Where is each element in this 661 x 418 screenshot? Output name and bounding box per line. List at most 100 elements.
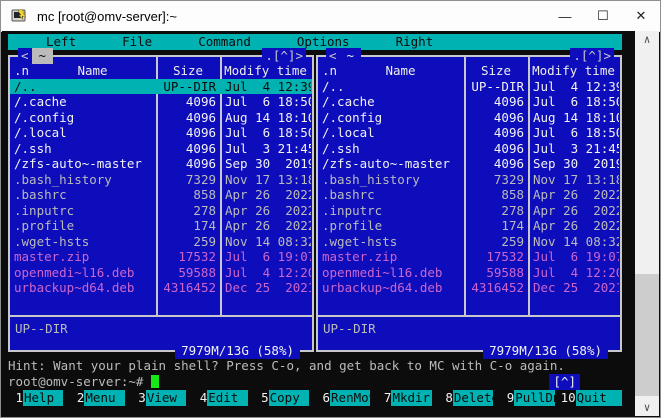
panel-scroll-left-icon[interactable]: < <box>18 48 32 64</box>
maximize-button[interactable]: ☐ <box>584 1 622 31</box>
file-size: 858 <box>464 187 528 203</box>
fkey-renmov-button[interactable]: 6RenMov <box>315 390 376 406</box>
fkey-pulldn-button[interactable]: 9PullDn <box>499 390 560 406</box>
fkey-view-button[interactable]: 3View <box>131 390 192 406</box>
file-size: 4316452 <box>156 280 220 296</box>
menu-item-right[interactable]: Right <box>396 34 434 50</box>
file-size: 59588 <box>156 265 220 281</box>
file-mtime: Jul 4 12:39 <box>528 79 619 95</box>
file-row[interactable]: /.config4096Aug 14 18:10 <box>10 110 312 126</box>
file-row[interactable]: .wget-hsts259Nov 14 08:32 <box>318 234 620 250</box>
file-row[interactable]: urbackup~d64.deb4316452Dec 25 2021 <box>10 280 312 296</box>
file-mtime: Dec 25 2021 <box>220 280 311 296</box>
menu-item-command[interactable]: Command <box>198 34 251 50</box>
file-row[interactable]: /.ssh4096Jul 3 21:45 <box>318 141 620 157</box>
file-row[interactable]: .profile174Apr 26 2022 <box>318 218 620 234</box>
panel-updir-icon[interactable]: .[^]> <box>570 48 614 64</box>
fkey-edit-button[interactable]: 4Edit <box>192 390 253 406</box>
close-button[interactable]: ✕ <box>622 1 660 31</box>
file-name: /.local <box>318 125 464 141</box>
file-name: urbackup~d64.deb <box>10 280 156 296</box>
file-row[interactable]: .inputrc278Apr 26 2022 <box>318 203 620 219</box>
file-row[interactable]: urbackup~d64.deb4316452Dec 25 2021 <box>318 280 620 296</box>
file-name: /.config <box>318 110 464 126</box>
file-row[interactable]: .bash_history7329Nov 17 13:18 <box>10 172 312 188</box>
fkey-help-button[interactable]: 1Help <box>8 390 69 406</box>
file-mtime: Nov 17 13:18 <box>220 172 311 188</box>
file-mtime: Apr 26 2022 <box>528 218 619 234</box>
fkey-number: 3 <box>131 390 146 406</box>
fkey-quit-button[interactable]: 10Quit <box>561 390 622 406</box>
file-size: 17532 <box>464 249 528 265</box>
column-headers: .n Name Size Modify time <box>318 63 620 79</box>
file-name: master.zip <box>318 249 464 265</box>
file-row[interactable]: /..UP--DIRJul 4 12:39 <box>318 79 620 95</box>
file-row[interactable]: /.cache4096Jul 6 18:50 <box>318 94 620 110</box>
shell-prompt[interactable]: root@omv-server:~# <box>8 374 622 390</box>
column-size[interactable]: Size <box>156 63 220 79</box>
file-row[interactable]: .bash_history7329Nov 17 13:18 <box>318 172 620 188</box>
file-size: 7329 <box>464 172 528 188</box>
file-name: /.ssh <box>10 141 156 157</box>
fkey-copy-button[interactable]: 5Copy <box>254 390 315 406</box>
file-row[interactable]: /.config4096Aug 14 18:10 <box>318 110 620 126</box>
file-name: master.zip <box>10 249 156 265</box>
file-size: 278 <box>464 203 528 219</box>
file-size: 17532 <box>156 249 220 265</box>
file-size: 4096 <box>464 94 528 110</box>
sort-indicator[interactable]: .n <box>322 63 337 79</box>
fkey-mkdir-button[interactable]: 7Mkdir <box>376 390 437 406</box>
file-row[interactable]: master.zip17532Jul 6 19:07 <box>10 249 312 265</box>
file-mtime: Nov 14 08:32 <box>528 234 619 250</box>
sort-indicator[interactable]: .n <box>14 63 29 79</box>
file-row[interactable]: openmedi~l16.deb59588Jul 4 12:20 <box>10 265 312 281</box>
fkey-number: 6 <box>315 390 330 406</box>
fkey-label: Copy <box>269 390 309 406</box>
file-name: openmedi~l16.deb <box>10 265 156 281</box>
panel-path[interactable]: ~ <box>32 48 54 64</box>
file-size: 59588 <box>464 265 528 281</box>
file-size: 174 <box>156 218 220 234</box>
scrollbar[interactable]: ∧ ∨ <box>635 31 659 416</box>
file-size: 4096 <box>156 125 220 141</box>
title-bar: mc [root@omv-server]:~ — ☐ ✕ <box>1 1 660 32</box>
file-row[interactable]: /.local4096Jul 6 18:50 <box>10 125 312 141</box>
file-row[interactable]: /zfs-auto~-master4096Sep 30 2019 <box>318 156 620 172</box>
file-row[interactable]: openmedi~l16.deb59588Jul 4 12:20 <box>318 265 620 281</box>
file-size: UP--DIR <box>156 79 220 95</box>
file-row[interactable]: /.local4096Jul 6 18:50 <box>318 125 620 141</box>
menu-item-file[interactable]: File <box>122 34 152 50</box>
scrollbar-thumb[interactable] <box>635 274 659 396</box>
column-mtime[interactable]: Modify time <box>528 63 619 79</box>
column-name[interactable]: Name <box>385 63 415 79</box>
column-name[interactable]: Name <box>77 63 107 79</box>
fkey-label: Menu <box>84 390 124 406</box>
file-row[interactable]: .bashrc858Apr 26 2022 <box>10 187 312 203</box>
file-size: 4096 <box>156 110 220 126</box>
file-row[interactable]: /.ssh4096Jul 3 21:45 <box>10 141 312 157</box>
column-size[interactable]: Size <box>464 63 528 79</box>
file-row[interactable]: /..UP--DIRJul 4 12:39 <box>10 79 312 95</box>
panel-path[interactable]: ~ <box>340 48 362 64</box>
file-row[interactable]: /zfs-auto~-master4096Sep 30 2019 <box>10 156 312 172</box>
fkey-delete-button[interactable]: 8Delete <box>438 390 499 406</box>
panel-updir-icon[interactable]: .[^]> <box>262 48 306 64</box>
column-headers: .n Name Size Modify time <box>10 63 312 79</box>
panel-scroll-left-icon[interactable]: < <box>326 48 340 64</box>
file-mtime: Jul 3 21:45 <box>220 141 311 157</box>
file-row[interactable]: /.cache4096Jul 6 18:50 <box>10 94 312 110</box>
fkey-menu-button[interactable]: 2Menu <box>69 390 130 406</box>
file-row[interactable]: master.zip17532Jul 6 19:07 <box>318 249 620 265</box>
file-row[interactable]: .bashrc858Apr 26 2022 <box>318 187 620 203</box>
column-mtime[interactable]: Modify time <box>220 63 311 79</box>
file-name: .inputrc <box>10 203 156 219</box>
minimize-button[interactable]: — <box>546 1 584 31</box>
scroll-up-icon[interactable]: ∧ <box>635 31 659 48</box>
file-mtime: Jul 6 18:50 <box>220 125 311 141</box>
file-row[interactable]: .profile174Apr 26 2022 <box>10 218 312 234</box>
file-row[interactable]: .wget-hsts259Nov 14 08:32 <box>10 234 312 250</box>
file-row[interactable]: .inputrc278Apr 26 2022 <box>10 203 312 219</box>
file-list: /..UP--DIRJul 4 12:39/.cache4096Jul 6 18… <box>318 79 620 296</box>
file-name: .bashrc <box>318 187 464 203</box>
scroll-down-icon[interactable]: ∨ <box>635 399 659 416</box>
